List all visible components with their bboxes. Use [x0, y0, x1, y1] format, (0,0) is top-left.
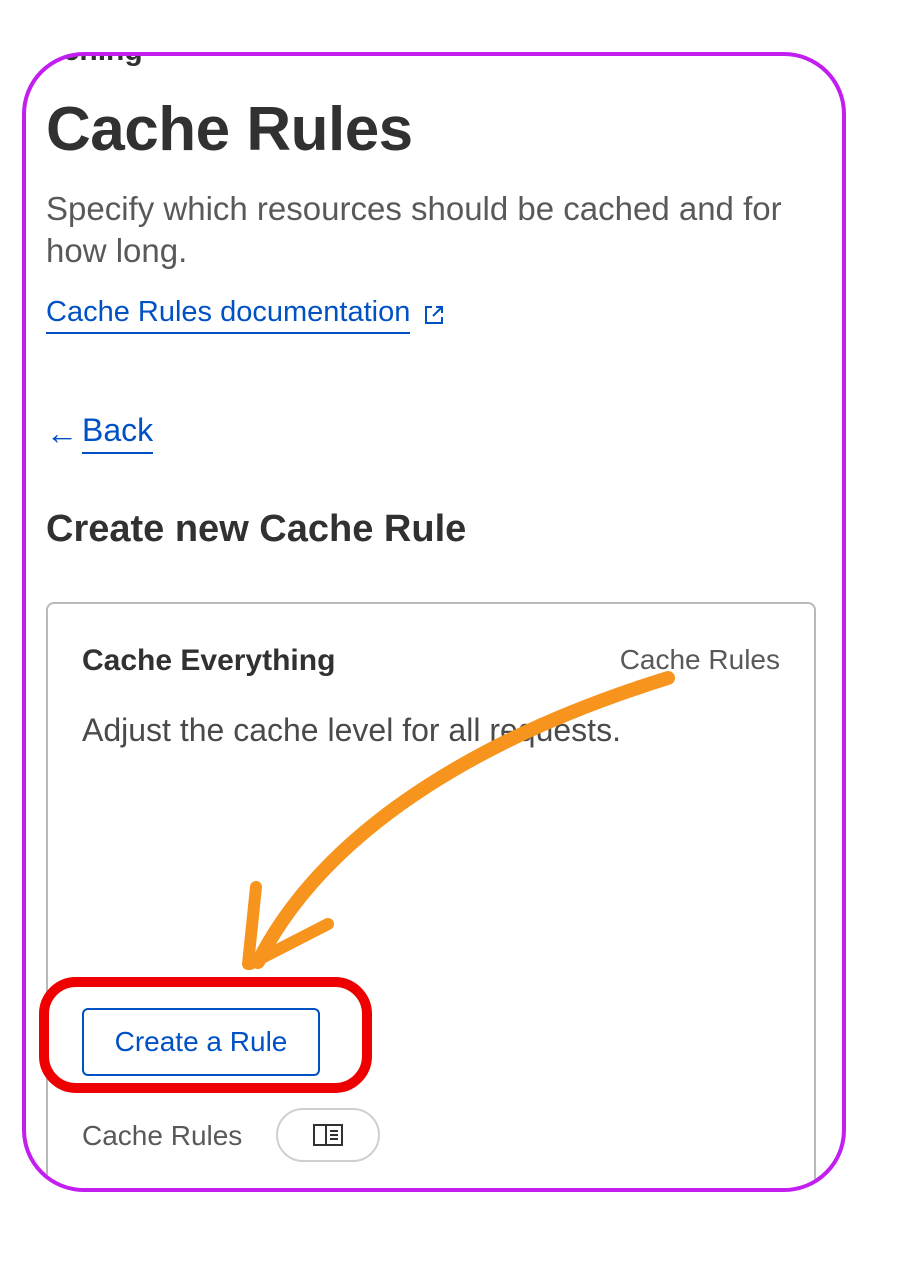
book-icon — [313, 1124, 343, 1146]
page-description: Specify which resources should be cached… — [46, 190, 782, 269]
external-link-icon — [425, 306, 444, 324]
page-title: Cache Rules — [46, 95, 413, 164]
documentation-link-label: Cache Rules documentation — [46, 296, 411, 334]
card-title: Cache Everything — [82, 644, 336, 677]
create-rule-button[interactable]: Create a Rule — [82, 1008, 320, 1076]
card-description: Adjust the cache level for all requests. — [82, 712, 621, 748]
back-link[interactable]: ← Back — [46, 412, 154, 454]
phone-frame: aching Cache Rules Specify which resourc… — [22, 52, 846, 1192]
arrow-left-icon: ← — [46, 415, 78, 451]
cache-everything-card: Cache Everything Cache Rules Adjust the … — [46, 602, 816, 1188]
card-tag: Cache Rules — [619, 644, 780, 675]
section-title: Create new Cache Rule — [46, 508, 467, 550]
card-footer-label: Cache Rules — [82, 1120, 243, 1151]
documentation-book-button[interactable] — [276, 1108, 380, 1162]
breadcrumb[interactable]: aching — [46, 56, 143, 68]
documentation-link[interactable]: Cache Rules documentation — [46, 296, 446, 334]
back-link-label: Back — [82, 412, 154, 454]
